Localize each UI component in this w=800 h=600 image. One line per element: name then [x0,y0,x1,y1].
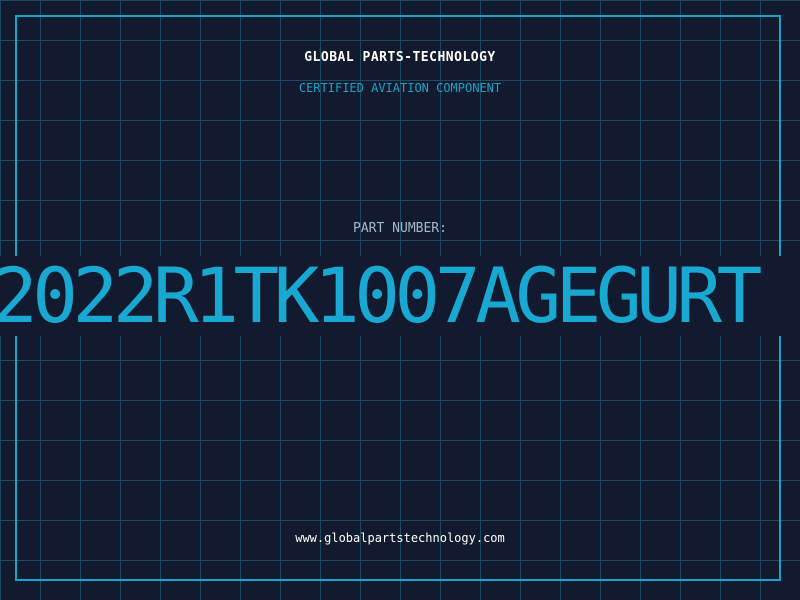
part-number-label: PART NUMBER: [353,221,447,236]
certification-tagline: CERTIFIED AVIATION COMPONENT [298,81,502,95]
website-url: www.globalpartstechnology.com [295,531,505,545]
part-number-value: 2022R1TK1007AGEGURT [0,256,762,336]
company-name: GLOBAL PARTS-TECHNOLOGY [304,50,496,65]
part-number-band: 2022R1TK1007AGEGURT [0,256,800,336]
